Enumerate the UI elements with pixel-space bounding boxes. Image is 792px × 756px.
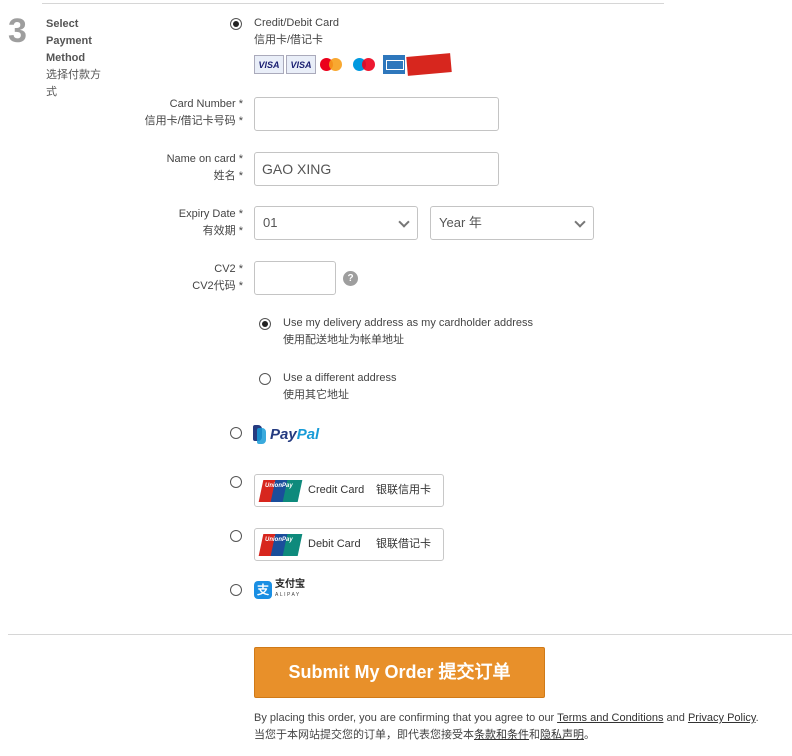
- cv2-label: CV2 * CV2代码 *: [192, 261, 243, 295]
- delivery-address-label-en: Use my delivery address as my cardholder…: [283, 317, 534, 329]
- card-payment-label-cn: 信用卡/借记卡: [254, 34, 324, 46]
- privacy-link[interactable]: Privacy Policy: [688, 712, 756, 724]
- different-address-label-en: Use a different address: [283, 372, 397, 384]
- expiry-year-value: Year 年: [439, 215, 482, 230]
- unionpay-credit-option[interactable]: UnionPay Credit Card 银联信用卡: [254, 474, 444, 507]
- visa-electron-logo-icon: VISA: [286, 55, 316, 74]
- privacy-link-cn[interactable]: 隐私声明: [540, 729, 584, 741]
- chevron-down-icon: [398, 216, 410, 228]
- card-payment-label-en: Credit/Debit Card: [254, 17, 339, 29]
- step-title-en-1: Select: [46, 18, 79, 30]
- unionpay-credit-label-cn: 银联信用卡: [376, 484, 431, 496]
- visa-logo-icon: VISA: [254, 55, 284, 74]
- different-address-label-cn: 使用其它地址: [283, 389, 349, 401]
- delivery-address-label-cn: 使用配送地址为帐单地址: [283, 334, 404, 346]
- step-title-en-2: Payment: [46, 35, 92, 47]
- chevron-down-icon: [574, 216, 586, 228]
- unionpay-credit-label-en: Credit Card: [308, 484, 365, 496]
- amex-logo-icon: [383, 55, 405, 74]
- unionpay-card-logo-icon: [406, 53, 452, 76]
- unionpay-credit-radio[interactable]: [230, 476, 242, 488]
- step-title-cn-2: 式: [46, 86, 57, 98]
- expiry-date-label-en: Expiry Date *: [178, 208, 243, 220]
- paypal-icon: [253, 425, 267, 444]
- mastercard-logo-icon: [320, 55, 346, 74]
- cv2-label-en: CV2 *: [214, 263, 243, 275]
- card-number-input[interactable]: [254, 97, 499, 131]
- paypal-logo[interactable]: PayPal: [253, 424, 319, 444]
- cv2-input[interactable]: [254, 261, 336, 295]
- paypal-radio[interactable]: [230, 427, 242, 439]
- expiry-date-label: Expiry Date * 有效期 *: [179, 206, 243, 240]
- step-title-cn-1: 选择付款方: [46, 69, 101, 81]
- top-divider: [42, 3, 664, 4]
- unionpay-icon: UnionPay: [258, 480, 303, 502]
- different-address-radio[interactable]: [259, 373, 271, 385]
- step-title-en-3: Method: [46, 52, 86, 64]
- expiry-month-select[interactable]: 01: [254, 206, 418, 240]
- name-on-card-label: Name on card * 姓名 *: [167, 151, 243, 185]
- unionpay-debit-label-en: Debit Card: [308, 538, 361, 550]
- terms-link[interactable]: Terms and Conditions: [557, 712, 663, 724]
- name-on-card-label-cn: 姓名 *: [213, 170, 243, 182]
- help-icon[interactable]: ?: [343, 271, 358, 286]
- expiry-year-select[interactable]: Year 年: [430, 206, 594, 240]
- alipay-radio[interactable]: [230, 584, 242, 596]
- name-on-card-input[interactable]: GAO XING: [254, 152, 499, 186]
- paypal-wordmark: PayPal: [270, 425, 320, 443]
- delivery-address-label: Use my delivery address as my cardholder…: [283, 315, 533, 349]
- card-number-label-cn: 信用卡/借记卡号码 *: [144, 115, 243, 127]
- unionpay-debit-option[interactable]: UnionPay Debit Card 银联借记卡: [254, 528, 444, 561]
- cv2-label-cn: CV2代码 *: [192, 280, 243, 292]
- expiry-date-label-cn: 有效期 *: [202, 225, 243, 237]
- card-payment-label: Credit/Debit Card 信用卡/借记卡: [254, 15, 339, 49]
- unionpay-debit-radio[interactable]: [230, 530, 242, 542]
- unionpay-icon: UnionPay: [258, 534, 303, 556]
- terms-line-cn: 当您于本网站提交您的订单，即代表您接受本条款和条件和隐私声明。: [254, 729, 595, 741]
- alipay-icon: 支: [254, 581, 272, 599]
- terms-line-en: By placing this order, you are confirmin…: [254, 712, 759, 724]
- maestro-logo-icon: [353, 55, 379, 74]
- alipay-wordmark: 支付宝 ALIPAY: [275, 579, 305, 599]
- card-number-label: Card Number * 信用卡/借记卡号码 *: [145, 96, 243, 130]
- submit-order-button[interactable]: Submit My Order 提交订单: [254, 647, 545, 698]
- card-number-label-en: Card Number *: [169, 98, 243, 110]
- card-payment-radio[interactable]: [230, 18, 242, 30]
- terms-notice: By placing this order, you are confirmin…: [254, 710, 759, 744]
- step-title: Select Payment Method 选择付款方 式: [46, 16, 116, 101]
- name-on-card-label-en: Name on card *: [166, 153, 243, 165]
- different-address-label: Use a different address 使用其它地址: [283, 370, 397, 404]
- bottom-divider: [8, 634, 792, 635]
- delivery-address-radio[interactable]: [259, 318, 271, 330]
- expiry-month-value: 01: [263, 215, 278, 230]
- step-number: 3: [8, 12, 27, 50]
- alipay-logo[interactable]: 支 支付宝 ALIPAY: [254, 580, 305, 600]
- terms-link-cn[interactable]: 条款和条件: [474, 729, 529, 741]
- unionpay-debit-label-cn: 银联借记卡: [376, 538, 431, 550]
